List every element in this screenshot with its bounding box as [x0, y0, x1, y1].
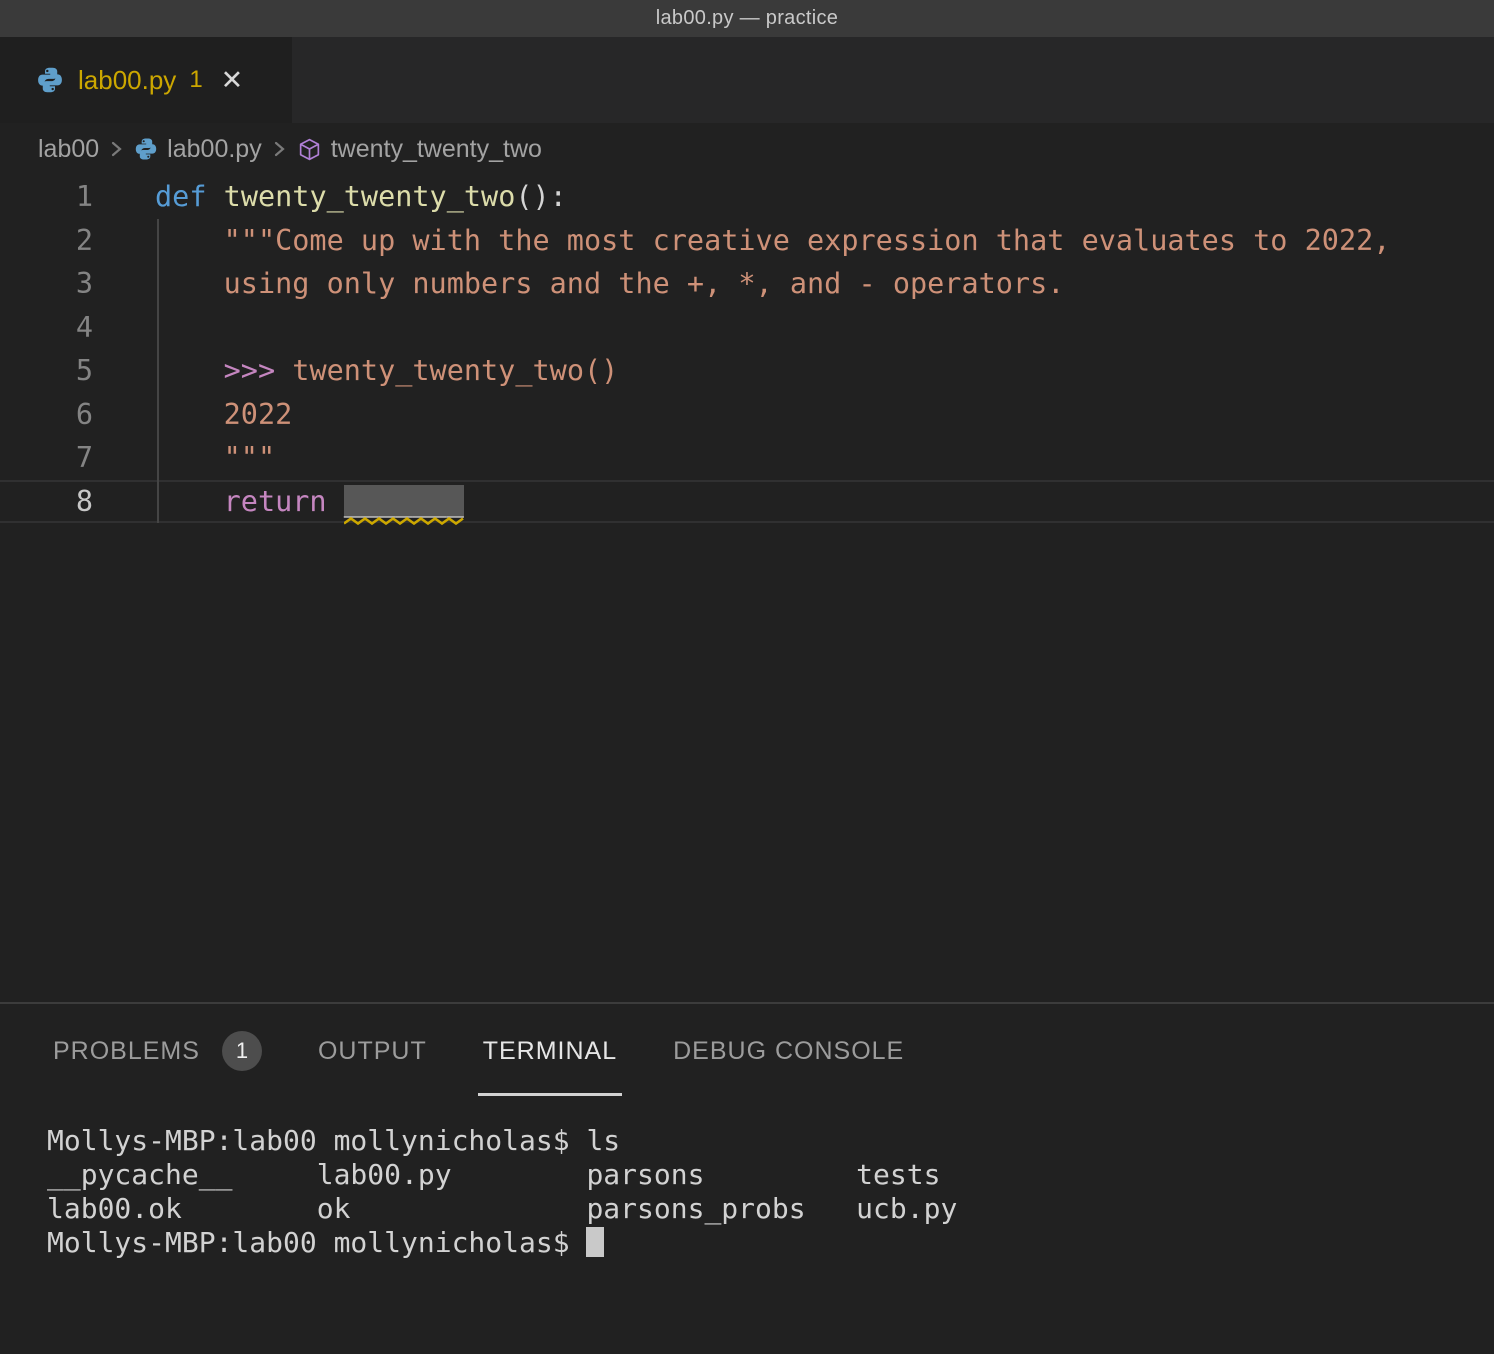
terminal-line: lab00.ok ok parsons_probs ucb.py — [47, 1192, 1494, 1226]
code-text: return _______ — [155, 485, 464, 518]
terminal-line: Mollys-MBP:lab00 mollynicholas$ — [47, 1226, 1494, 1260]
line-number: 3 — [0, 267, 93, 300]
terminal-line: __pycache__ lab00.py parsons tests — [47, 1158, 1494, 1192]
breadcrumb-label: lab00 — [38, 135, 99, 164]
vscode-window: lab00.py — practice lab00.py 1 ✕ lab00la… — [0, 0, 1494, 1354]
line-number: 1 — [0, 180, 93, 213]
terminal-cursor — [586, 1227, 604, 1257]
terminal-text: Mollys-MBP:lab00 mollynicholas$ — [47, 1226, 586, 1259]
code-text: """Come up with the most creative expres… — [155, 224, 1390, 257]
python-icon — [134, 137, 158, 161]
tab-lab00-py[interactable]: lab00.py 1 ✕ — [0, 37, 292, 123]
line-number: 2 — [0, 224, 93, 257]
code-text: >>> twenty_twenty_two() — [155, 354, 618, 387]
breadcrumb-item-lab00-py[interactable]: lab00.py — [134, 135, 262, 164]
breadcrumb-label: lab00.py — [167, 135, 262, 164]
terminal-line: Mollys-MBP:lab00 mollynicholas$ ls — [47, 1124, 1494, 1158]
code-text: 2022 — [155, 398, 292, 431]
breadcrumb: lab00 lab00.py twenty_twenty_two — [0, 123, 1494, 175]
problems-count-badge: 1 — [222, 1031, 262, 1071]
code-text: using only numbers and the +, *, and - o… — [155, 267, 1064, 300]
code-line[interactable]: 8 return _______ — [0, 480, 1494, 524]
chevron-right-icon — [109, 135, 124, 163]
code-line[interactable]: 4 — [0, 306, 1494, 350]
panel-tab-debug-console[interactable]: DEBUG CONSOLE — [673, 1004, 904, 1098]
code-text: def twenty_twenty_two(): — [155, 180, 567, 213]
code-line[interactable]: 2 """Come up with the most creative expr… — [0, 219, 1494, 263]
panel-tab-label: TERMINAL — [483, 1037, 617, 1066]
code-line[interactable]: 6 2022 — [0, 393, 1494, 437]
code-line[interactable]: 3 using only numbers and the +, *, and -… — [0, 262, 1494, 306]
panel-tab-terminal[interactable]: TERMINAL — [483, 1004, 617, 1098]
panel-tab-output[interactable]: OUTPUT — [318, 1004, 427, 1098]
tab-problem-count: 1 — [189, 66, 202, 94]
python-icon — [36, 66, 64, 94]
terminal-text: __pycache__ lab00.py parsons tests — [47, 1158, 940, 1191]
titlebar: lab00.py — practice — [0, 0, 1494, 37]
window-title: lab00.py — practice — [656, 7, 838, 30]
line-number: 5 — [0, 354, 93, 387]
code-editor[interactable]: 1 def twenty_twenty_two(): 2 """Come up wi… — [0, 175, 1494, 1002]
panel-tab-label: DEBUG CONSOLE — [673, 1037, 904, 1066]
line-number: 6 — [0, 398, 93, 431]
terminal-text: Mollys-MBP:lab00 mollynicholas$ ls — [47, 1124, 620, 1157]
code-line[interactable]: 7 """ — [0, 436, 1494, 480]
symbol-module-icon — [297, 137, 322, 162]
tab-bar: lab00.py 1 ✕ — [0, 37, 1494, 123]
chevron-right-icon — [272, 135, 287, 163]
code-line[interactable]: 1 def twenty_twenty_two(): — [0, 175, 1494, 219]
breadcrumb-item-twenty-twenty-two[interactable]: twenty_twenty_two — [297, 135, 542, 164]
line-number: 7 — [0, 441, 93, 474]
breadcrumb-label: twenty_twenty_two — [331, 135, 542, 164]
tab-label: lab00.py — [78, 65, 176, 96]
close-icon[interactable]: ✕ — [221, 67, 244, 94]
warning-squiggle — [344, 517, 464, 526]
indent-guide — [157, 219, 159, 524]
code-line[interactable]: 5 >>> twenty_twenty_two() — [0, 349, 1494, 393]
code-lines: 1 def twenty_twenty_two(): 2 """Come up wi… — [0, 175, 1494, 523]
breadcrumb-item-lab00[interactable]: lab00 — [38, 135, 99, 164]
panel-tab-label: PROBLEMS — [53, 1037, 200, 1066]
panel-tab-problems[interactable]: PROBLEMS 1 — [53, 1004, 262, 1098]
line-number: 4 — [0, 311, 93, 344]
selected-placeholder[interactable]: _______ — [344, 485, 464, 518]
panel-tab-label: OUTPUT — [318, 1037, 427, 1066]
terminal[interactable]: Mollys-MBP:lab00 mollynicholas$ ls__pyca… — [0, 1098, 1494, 1260]
code-text: """ — [155, 441, 275, 474]
panel-tabs: PROBLEMS 1 OUTPUT TERMINAL DEBUG CONSOLE — [0, 1004, 1494, 1098]
line-number: 8 — [0, 485, 93, 518]
bottom-panel: PROBLEMS 1 OUTPUT TERMINAL DEBUG CONSOLE Mol… — [0, 1002, 1494, 1354]
terminal-text: lab00.ok ok parsons_probs ucb.py — [47, 1192, 957, 1225]
